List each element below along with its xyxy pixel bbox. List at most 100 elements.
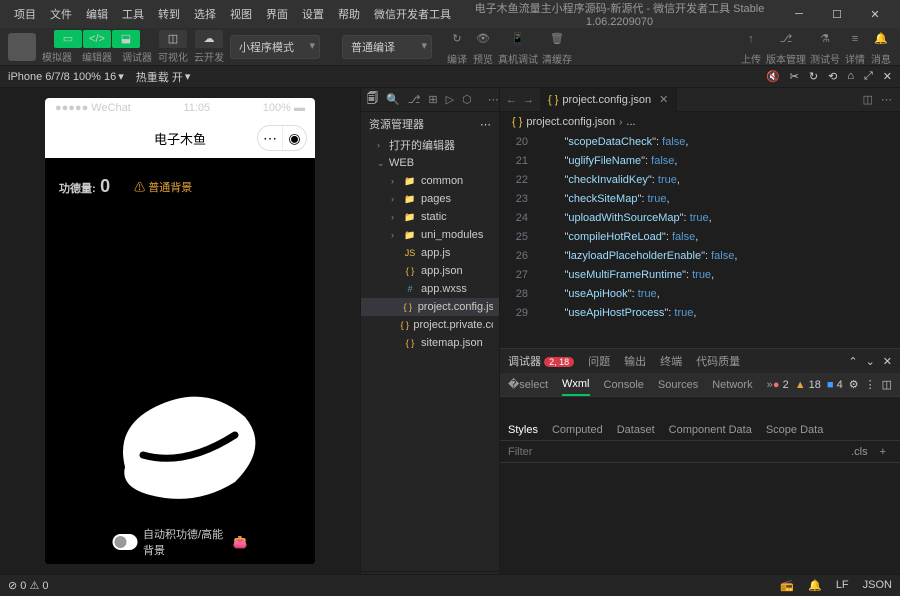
capsule-menu[interactable]: ⋯ xyxy=(258,126,282,150)
file-sitemap.json[interactable]: { }sitemap.json xyxy=(361,334,499,352)
filter-input[interactable] xyxy=(508,446,845,458)
explorer-tab-git[interactable]: ⎇ xyxy=(408,93,421,106)
compile-select[interactable]: 普通编译 xyxy=(342,35,432,59)
dataset-tab[interactable]: Dataset xyxy=(617,424,655,436)
file-project.config.json[interactable]: { }project.config.json xyxy=(361,298,499,316)
simulator-toggle[interactable]: ▭ xyxy=(54,30,82,48)
editor-more-icon[interactable]: ⋯ xyxy=(881,93,892,106)
action-清缓存[interactable]: 🗑 xyxy=(546,28,568,50)
folder-uni_modules[interactable]: ›📁uni_modules xyxy=(361,226,499,244)
action-真机调试[interactable]: 📱 xyxy=(507,28,529,50)
debugger-tab-main[interactable]: 调试器 2, 18 xyxy=(508,353,574,369)
file-app.js[interactable]: JSapp.js xyxy=(361,244,499,262)
action-编译[interactable]: ↻ xyxy=(446,28,468,50)
devtool-inspect-icon[interactable]: �select xyxy=(508,374,548,395)
cls-toggle[interactable]: .cls xyxy=(845,446,874,458)
menu-设置[interactable]: 设置 xyxy=(296,2,330,26)
close-button[interactable]: ✕ xyxy=(858,2,892,26)
background-tag[interactable]: ⚠ 普通背景 xyxy=(134,179,192,195)
menu-工具[interactable]: 工具 xyxy=(116,2,150,26)
debugger-tab-output[interactable]: 输出 xyxy=(624,353,646,369)
cut-icon[interactable]: ✂ xyxy=(790,70,799,83)
status-lang[interactable]: JSON xyxy=(863,579,892,592)
menu-文件[interactable]: 文件 xyxy=(44,2,78,26)
go-back-icon[interactable]: ← xyxy=(506,94,517,106)
devtool-settings-icon[interactable]: ⚙ xyxy=(849,378,859,391)
back-icon[interactable]: ⟲ xyxy=(828,70,837,83)
devtool-dock-icon[interactable]: ◫ xyxy=(882,378,892,391)
debugger-expand-icon[interactable]: ⌄ xyxy=(866,355,875,368)
styles-tab[interactable]: Styles xyxy=(508,424,538,436)
explorer-tab-cloud[interactable]: ⬡ xyxy=(462,93,472,106)
popout-icon[interactable]: ⤢ xyxy=(864,70,873,83)
breadcrumb[interactable]: { }project.config.json › ... xyxy=(500,112,900,132)
close-sim-icon[interactable]: ✕ xyxy=(883,70,892,83)
debugger-tab-quality[interactable]: 代码质量 xyxy=(696,353,740,369)
scope-data-tab[interactable]: Scope Data xyxy=(766,424,823,436)
menu-项目[interactable]: 项目 xyxy=(8,2,42,26)
raction-测试号[interactable]: ⚗ xyxy=(814,28,836,50)
cloud-toggle[interactable]: ☁ xyxy=(195,30,223,48)
status-bell-icon[interactable]: 🔔 xyxy=(808,579,822,592)
minimize-button[interactable]: ─ xyxy=(782,2,816,26)
tab-close-icon[interactable]: ✕ xyxy=(659,93,668,106)
visual-toggle[interactable]: ◫ xyxy=(159,30,187,48)
menu-选择[interactable]: 选择 xyxy=(188,2,222,26)
debugger-toggle[interactable]: ⬓ xyxy=(112,30,140,48)
file-app.wxss[interactable]: #app.wxss xyxy=(361,280,499,298)
folder-static[interactable]: ›📁static xyxy=(361,208,499,226)
folder-common[interactable]: ›📁common xyxy=(361,172,499,190)
explorer-tab-files[interactable]: 🗐 xyxy=(367,90,378,109)
home-icon[interactable]: ⌂ xyxy=(847,70,854,83)
add-rule-icon[interactable]: + xyxy=(874,446,892,458)
debugger-tab-problems[interactable]: 问题 xyxy=(588,353,610,369)
muyu-image[interactable] xyxy=(95,377,265,507)
menu-视图[interactable]: 视图 xyxy=(224,2,258,26)
maximize-button[interactable]: ☐ xyxy=(820,2,854,26)
rotate-icon[interactable]: ↻ xyxy=(809,70,818,83)
debugger-tab-terminal[interactable]: 终端 xyxy=(660,353,682,369)
status-eol[interactable]: LF xyxy=(836,579,849,592)
devtool-tab-sources[interactable]: Sources xyxy=(658,375,698,395)
editor-toggle[interactable]: </> xyxy=(83,30,111,48)
computed-tab[interactable]: Computed xyxy=(552,424,603,436)
debugger-collapse-icon[interactable]: ⌃ xyxy=(848,355,857,368)
toggle-switch[interactable] xyxy=(113,534,138,550)
menu-编辑[interactable]: 编辑 xyxy=(80,2,114,26)
raction-版本管理[interactable]: ⎇ xyxy=(775,28,797,50)
folder-pages[interactable]: ›📁pages xyxy=(361,190,499,208)
menu-帮助[interactable]: 帮助 xyxy=(332,2,366,26)
explorer-menu-icon[interactable]: ⋯ xyxy=(480,118,491,131)
split-icon[interactable]: ◫ xyxy=(863,93,873,106)
device-info[interactable]: iPhone 6/7/8 100% 16 xyxy=(8,71,116,83)
editor-tab[interactable]: { } project.config.json ✕ xyxy=(540,88,677,112)
status-broadcast-icon[interactable]: 📻 xyxy=(780,579,794,592)
code-area[interactable]: 20 "scopeDataCheck": false,21 "uglifyFil… xyxy=(500,132,900,348)
auto-merit-toggle[interactable]: 自动积功德/高能背景 👛 xyxy=(113,526,248,558)
menu-转到[interactable]: 转到 xyxy=(152,2,186,26)
debugger-close-icon[interactable]: ✕ xyxy=(883,355,892,368)
file-project.private.config.js...[interactable]: { }project.private.config.js... xyxy=(361,316,499,334)
explorer-more[interactable]: ⋯ xyxy=(488,93,499,106)
devtool-tab-console[interactable]: Console xyxy=(604,375,644,395)
warning-count[interactable]: ▲ 18 xyxy=(795,379,821,391)
avatar[interactable] xyxy=(8,33,36,61)
devtool-tab-wxml[interactable]: Wxml xyxy=(562,374,590,396)
go-fwd-icon[interactable]: → xyxy=(523,94,534,106)
file-app.json[interactable]: { }app.json xyxy=(361,262,499,280)
info-count[interactable]: ■ 4 xyxy=(827,379,843,391)
explorer-section-editors[interactable]: ›打开的编辑器 xyxy=(361,136,499,154)
devtool-tab-more[interactable]: » xyxy=(767,375,773,395)
capsule-close[interactable]: ◉ xyxy=(282,126,306,150)
raction-上传[interactable]: ↑ xyxy=(740,28,762,50)
phone-content[interactable]: 功德量: 0 ⚠ 普通背景 自动积功德/高能背景 👛 xyxy=(45,158,315,564)
mute-icon[interactable]: 🔇 xyxy=(766,70,780,83)
hot-reload-label[interactable]: 热重载 开 xyxy=(136,69,183,85)
raction-详情[interactable]: ≡ xyxy=(844,28,866,50)
explorer-tab-search[interactable]: 🔍 xyxy=(386,93,400,106)
menu-界面[interactable]: 界面 xyxy=(260,2,294,26)
raction-消息[interactable]: 🔔 xyxy=(870,28,892,50)
status-problems[interactable]: ⊘ 0 ⚠ 0 xyxy=(8,579,48,592)
error-count[interactable]: ● 2 xyxy=(773,379,789,391)
explorer-tab-play[interactable]: ▷ xyxy=(446,93,454,106)
